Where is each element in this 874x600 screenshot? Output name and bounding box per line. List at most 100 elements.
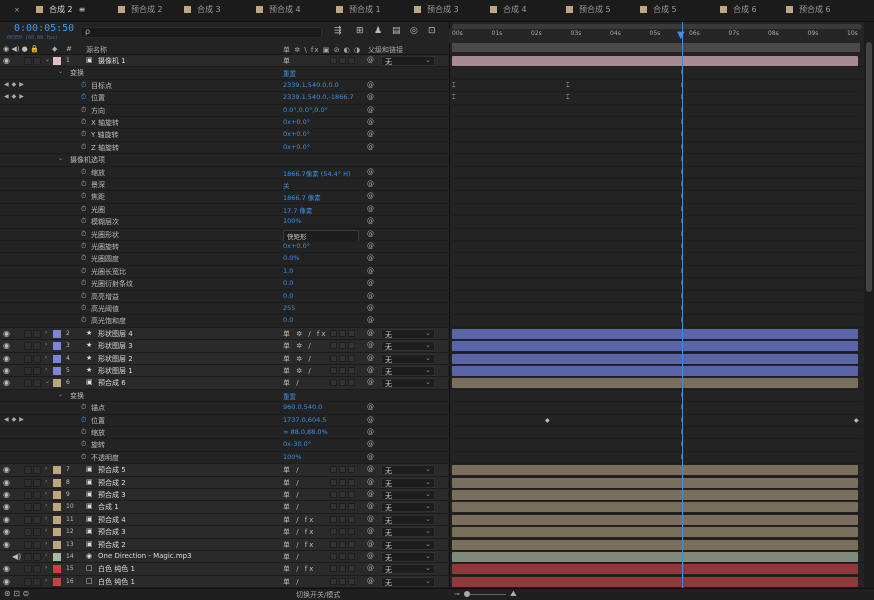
layer-switches[interactable]: 单 ✲ / fx <box>283 329 328 339</box>
property-value[interactable]: 100% <box>283 217 302 225</box>
expression-pickwhip-icon[interactable]: @ <box>367 254 374 262</box>
switch-box[interactable] <box>330 478 337 486</box>
stopwatch-icon[interactable]: ⏱ <box>81 254 86 263</box>
switch-box[interactable] <box>330 565 337 573</box>
layer-row[interactable]: ◉ › 12 ▣ 预合成 3单 / fx @ 无 ⌄ <box>0 526 448 539</box>
property-value[interactable]: 17.7 像素 <box>283 205 313 215</box>
property-row[interactable]: ⌄ 摄像机选项 <box>0 154 448 167</box>
motion-blur-icon[interactable]: ◎ <box>410 26 418 36</box>
expand-arrow-icon[interactable]: › <box>45 366 47 373</box>
parent-pickwhip-icon[interactable]: @ <box>367 341 374 349</box>
expression-pickwhip-icon[interactable]: @ <box>367 279 374 287</box>
layer-name[interactable]: 预合成 5 <box>98 465 126 475</box>
parent-dropdown[interactable]: 无 ⌄ <box>381 527 435 538</box>
stopwatch-icon[interactable]: ⏱ <box>81 81 86 90</box>
draft-3d-icon[interactable]: ⊞ <box>356 26 364 36</box>
frame-blend-icon[interactable]: ▤ <box>392 26 401 36</box>
current-time-display[interactable]: 0:00:05:50 <box>14 23 74 34</box>
switch-box[interactable] <box>339 379 346 387</box>
stopwatch-icon[interactable]: ⏱ <box>81 292 86 301</box>
property-row[interactable]: ⏱ Y 轴旋转 0x+0.0° @ <box>0 129 448 142</box>
parent-pickwhip-icon[interactable]: @ <box>367 465 374 473</box>
property-value[interactable]: 关 <box>283 180 290 190</box>
keyframe-marker[interactable]: ⌶ <box>566 82 570 90</box>
layer-name[interactable]: 白色 纯色 1 <box>98 564 135 574</box>
switch-box[interactable] <box>339 329 346 337</box>
label-color-swatch[interactable] <box>53 553 61 561</box>
layer-row[interactable]: ◉ › 8 ▣ 预合成 2单 / @ 无 ⌄ <box>0 476 448 489</box>
solo-lock-box[interactable] <box>33 528 41 537</box>
layer-name[interactable]: 预合成 3 <box>98 527 126 537</box>
switch-box[interactable] <box>330 553 337 560</box>
property-value[interactable]: 0.0 <box>283 316 293 324</box>
parent-dropdown[interactable]: 无 ⌄ <box>381 353 435 364</box>
parent-pickwhip-icon[interactable]: @ <box>367 490 374 498</box>
solo-lock-box[interactable] <box>24 491 32 499</box>
stopwatch-icon[interactable]: ⏱ <box>81 416 86 425</box>
property-row[interactable]: ⏱ 缩放 ∞ 88.0,88.0% @ <box>0 427 448 440</box>
zoom-slider[interactable] <box>466 594 506 595</box>
label-color-swatch[interactable] <box>53 503 61 512</box>
eye-icon[interactable]: ◉ <box>3 56 10 65</box>
switch-box[interactable] <box>339 367 346 374</box>
switch-box[interactable] <box>348 379 355 387</box>
parent-dropdown[interactable]: 无 ⌄ <box>381 502 435 513</box>
stopwatch-icon[interactable]: ⏱ <box>81 316 86 325</box>
layer-row[interactable]: ◉ › 4 ★ 形状图层 2单 ✲ / @ 无 ⌄ <box>0 352 448 365</box>
solo-lock-box[interactable] <box>33 57 41 65</box>
expression-pickwhip-icon[interactable]: @ <box>367 428 374 436</box>
parent-dropdown[interactable]: 无 ⌄ <box>381 341 435 352</box>
expand-arrow-icon[interactable]: › <box>45 527 47 534</box>
keyframe-marker[interactable]: ◆ <box>545 417 550 424</box>
solo-lock-box[interactable] <box>24 503 32 512</box>
property-row[interactable]: ⏱ X 轴旋转 0x+0.0° @ <box>0 117 448 130</box>
expression-pickwhip-icon[interactable]: @ <box>367 205 374 213</box>
switch-box[interactable] <box>339 354 346 362</box>
layer-name[interactable]: 形状图层 1 <box>98 366 133 376</box>
switch-box[interactable] <box>339 466 346 474</box>
layer-switches[interactable]: 单 / <box>283 465 301 475</box>
layer-switches[interactable]: 单 <box>283 56 292 66</box>
layer-row[interactable]: ◉ › 7 ▣ 预合成 5单 / @ 无 ⌄ <box>0 464 448 477</box>
layer-switches[interactable]: 单 / <box>283 552 301 562</box>
layer-row[interactable]: ◉ ⌄ 1 ▣ 摄像机 1 单 @ 无 ⌄ <box>0 55 448 68</box>
eye-icon[interactable]: ◉ <box>3 564 10 573</box>
property-row[interactable]: ⌄ 变换 重置 <box>0 389 448 403</box>
solo-lock-box[interactable] <box>24 57 32 65</box>
parent-pickwhip-icon[interactable]: @ <box>367 366 374 374</box>
expression-pickwhip-icon[interactable]: @ <box>367 440 374 448</box>
layer-name[interactable]: 预合成 4 <box>98 515 126 525</box>
keyframe-marker[interactable]: ◆ <box>854 417 859 424</box>
tab-3[interactable]: 合成 3 <box>184 4 221 18</box>
property-row[interactable]: ⏱ 锚点 960.0,540.0 @ <box>0 402 448 415</box>
stopwatch-icon[interactable]: ⏱ <box>81 428 86 437</box>
stopwatch-icon[interactable]: ⏱ <box>81 279 86 288</box>
layer-name[interactable]: One Direction - Magic.mp3 <box>98 552 192 560</box>
expression-pickwhip-icon[interactable]: @ <box>367 106 374 114</box>
property-value[interactable]: 1866.7 像素 <box>283 192 321 202</box>
solo-lock-box[interactable] <box>24 354 32 363</box>
tab-9[interactable]: 合成 5 <box>640 4 677 18</box>
switch-box[interactable] <box>339 515 346 523</box>
switch-box[interactable] <box>348 367 355 374</box>
close-icon[interactable]: × <box>14 6 20 14</box>
property-value[interactable]: 1.0 <box>283 267 293 275</box>
property-row[interactable]: ⏱ 高光阈值 255 @ <box>0 303 448 316</box>
label-color-swatch[interactable] <box>53 367 61 375</box>
expression-pickwhip-icon[interactable]: @ <box>367 217 374 225</box>
switch-box[interactable] <box>339 491 346 498</box>
solo-lock-box[interactable] <box>33 367 41 375</box>
tab-1[interactable]: 合成 2 ≡ <box>36 4 96 24</box>
switch-box[interactable] <box>339 577 346 585</box>
parent-dropdown[interactable]: 无 ⌄ <box>381 328 435 339</box>
switch-box[interactable] <box>330 379 337 387</box>
solo-lock-box[interactable] <box>33 466 41 475</box>
parent-dropdown[interactable]: 无 ⌄ <box>381 539 435 550</box>
eye-icon[interactable]: ◉ <box>3 527 10 536</box>
property-row[interactable]: ⏱ 高光饱和度 0.0 @ <box>0 315 448 328</box>
solo-lock-box[interactable] <box>33 491 41 499</box>
switch-box[interactable] <box>348 528 355 536</box>
expression-pickwhip-icon[interactable]: @ <box>367 304 374 312</box>
tab-menu-icon[interactable]: ≡ <box>79 5 86 14</box>
property-row[interactable]: ⏱ 光圈圆度 0.0% @ <box>0 253 448 266</box>
